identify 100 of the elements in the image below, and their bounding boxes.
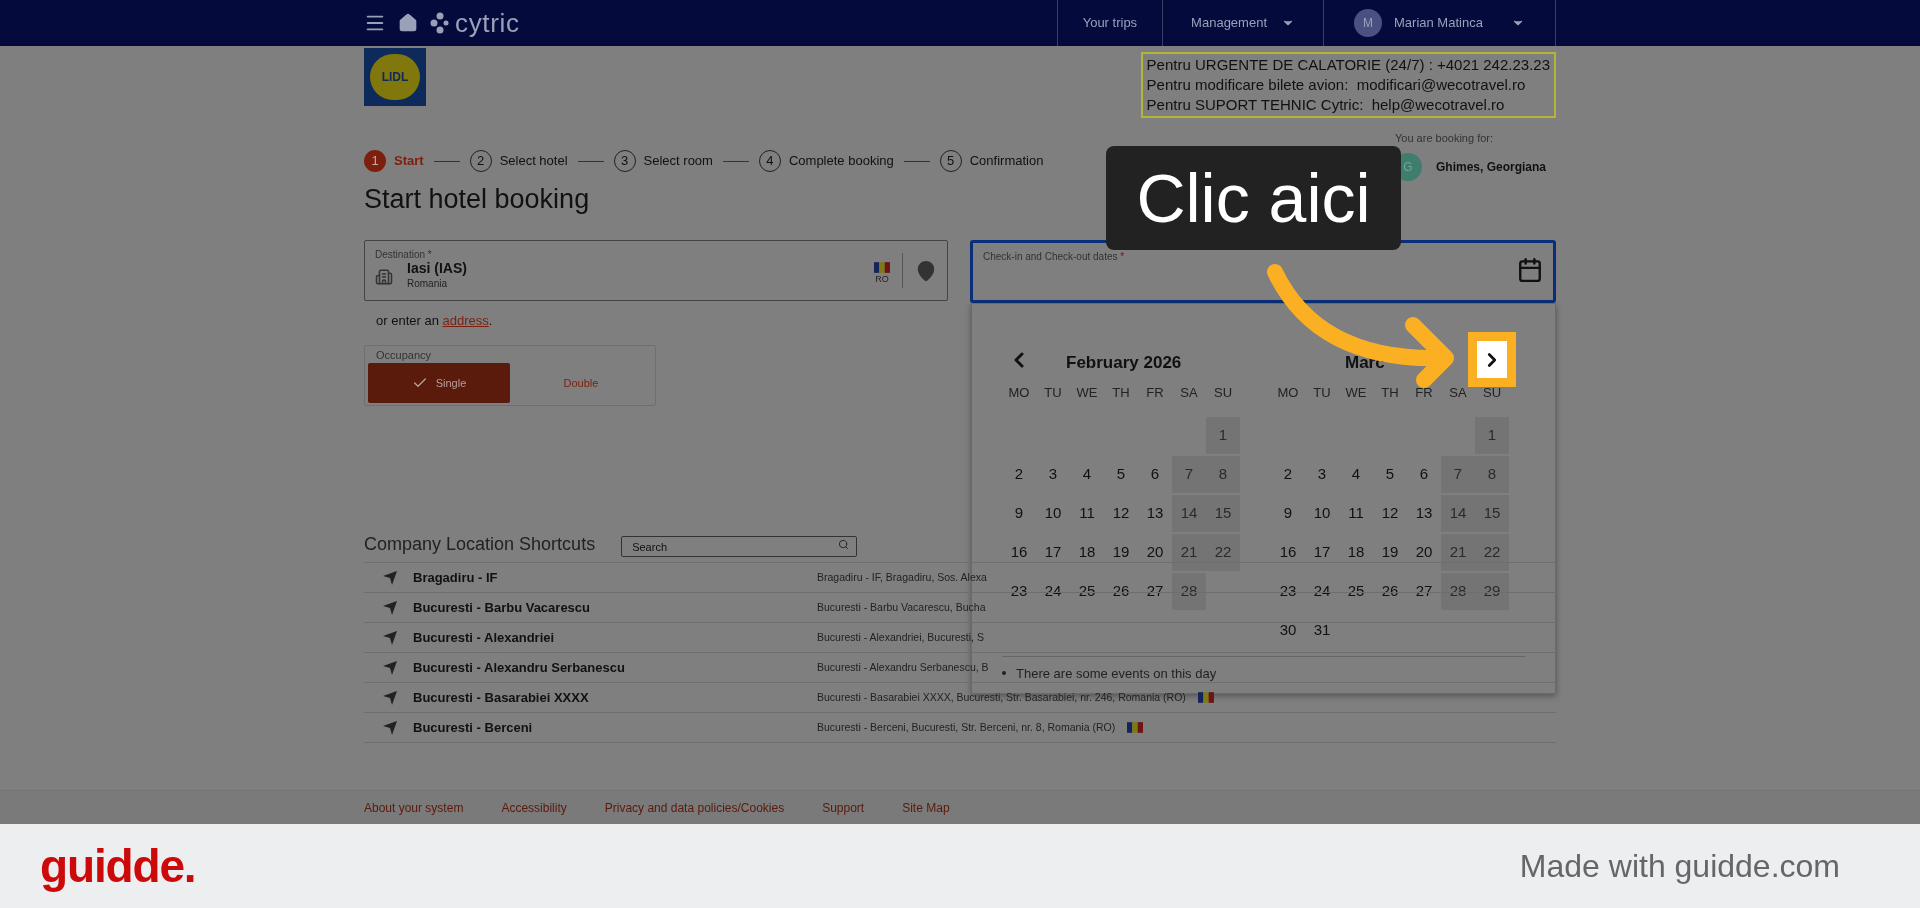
calendar-day[interactable]: 9 [1002, 495, 1036, 532]
calendar-day[interactable]: 17 [1305, 534, 1339, 571]
footer-link[interactable]: About your system [364, 798, 464, 817]
weekday-label: WE [1344, 384, 1368, 403]
calendar-day[interactable]: 13 [1138, 495, 1172, 532]
section-title: Company Location Shortcuts [364, 532, 596, 556]
month-title: Marc [1345, 351, 1385, 374]
dots-logo-icon [430, 12, 450, 34]
calendar-day[interactable]: 18 [1339, 534, 1373, 571]
required-mark: * [1120, 251, 1125, 262]
calendar-day[interactable]: 15 [1475, 495, 1509, 532]
weekday-label: TH [1380, 384, 1400, 403]
calendar-legend: There are some events on this day [1016, 663, 1217, 683]
user-menu[interactable]: M Marian Matinca [1324, 0, 1556, 46]
guidde-tagline: Made with guidde.com [1519, 847, 1840, 886]
calendar-day[interactable]: 20 [1407, 534, 1441, 571]
field-label: Check-in and Check-out dates [983, 251, 1118, 262]
city-icon [375, 267, 393, 286]
calendar-day[interactable]: 17 [1036, 534, 1070, 571]
location-name: Bucuresti - Berceni [413, 718, 534, 737]
field-label: Destination [375, 249, 426, 260]
weekday-label: SA [1179, 384, 1199, 403]
calendar-day[interactable]: 7 [1441, 456, 1475, 493]
calendar-day[interactable]: 19 [1104, 534, 1138, 571]
calendar-day[interactable]: 1 [1475, 417, 1509, 454]
calendar-day[interactable]: 30 [1271, 612, 1305, 649]
weekday-label: TU [1312, 384, 1332, 403]
calendar-day[interactable]: 18 [1070, 534, 1104, 571]
footer-link[interactable]: Privacy and data policies/Cookies [604, 798, 785, 817]
calendar-day[interactable]: 9 [1271, 495, 1305, 532]
search-field[interactable]: Search [621, 536, 858, 557]
calendar-day[interactable]: 10 [1305, 495, 1339, 532]
weekday-label: FR [1145, 384, 1165, 403]
occupancy-option[interactable]: Single [368, 363, 510, 403]
footer-link[interactable]: Site Map [902, 798, 950, 817]
destination-field[interactable]: Destination * Iasi (IAS) Romania RO [364, 240, 948, 301]
navigation-arrow-icon [382, 599, 398, 616]
month-title: February 2026 [1066, 351, 1182, 374]
footer-link[interactable]: Accessibility [501, 798, 567, 817]
location-address: Bucuresti - Barbu Vacarescu, Bucha [817, 599, 986, 615]
calendar-day[interactable]: 16 [1271, 534, 1305, 571]
weekday-label: WE [1075, 384, 1099, 403]
home-icon[interactable] [398, 13, 418, 33]
app-logo[interactable]: cytric [455, 3, 520, 43]
calendar-day[interactable]: 1 [1206, 417, 1240, 454]
calendar-day[interactable]: 15 [1206, 495, 1240, 532]
calendar-day[interactable]: 8 [1475, 456, 1509, 493]
weekday-label: SU [1212, 384, 1234, 403]
calendar-day[interactable]: 6 [1407, 456, 1441, 493]
navigation-arrow-icon [382, 719, 398, 736]
calendar-day[interactable]: 5 [1104, 456, 1138, 493]
booking-step: 2 Select hotel [469, 150, 568, 172]
location-name: Bucuresti - Alexandru Serbanescu [413, 658, 626, 677]
calendar-day[interactable]: 5 [1373, 456, 1407, 493]
nav-menu-item[interactable]: Your trips [1057, 0, 1164, 46]
calendar-day[interactable]: 20 [1138, 534, 1172, 571]
weekday-label: MO [1276, 384, 1300, 403]
calendar-day[interactable]: 12 [1104, 495, 1138, 532]
calendar-day[interactable]: 13 [1407, 495, 1441, 532]
destination-value: Iasi (IAS) [407, 260, 467, 276]
instruction-callout: Clic aici [1106, 146, 1401, 250]
calendar-day[interactable]: 11 [1070, 495, 1104, 532]
location-name: Bucuresti - Basarabiei XXXX [413, 688, 590, 707]
calendar-day[interactable]: 11 [1339, 495, 1373, 532]
calendar-day[interactable]: 3 [1036, 456, 1070, 493]
navigation-arrow-icon [382, 659, 398, 676]
calendar-day[interactable]: 14 [1441, 495, 1475, 532]
calendar-day[interactable]: 22 [1206, 534, 1240, 571]
calendar-day[interactable]: 29 [1475, 573, 1509, 610]
destination-country: Romania [407, 277, 449, 291]
calendar-day[interactable]: 19 [1373, 534, 1407, 571]
calendar-day[interactable]: 7 [1172, 456, 1206, 493]
contact-line: Pentru modificare bilete avion: modificari@wecotravel.ro [1146, 75, 1527, 95]
occupancy-option[interactable]: Double [510, 363, 652, 403]
calendar-day[interactable]: 2 [1002, 456, 1036, 493]
calendar-day[interactable]: 14 [1172, 495, 1206, 532]
company-logo: LIDL [364, 48, 426, 106]
calendar-day[interactable]: 16 [1002, 534, 1036, 571]
traveler-name: Ghimes, Georgiana [1436, 158, 1547, 176]
calendar-day[interactable]: 4 [1070, 456, 1104, 493]
weekday-label: SA [1448, 384, 1468, 403]
calendar-day[interactable]: 12 [1373, 495, 1407, 532]
footer-link[interactable]: Support [822, 798, 865, 817]
calendar-day[interactable]: 21 [1172, 534, 1206, 571]
calendar-day[interactable]: 8 [1206, 456, 1240, 493]
calendar-day[interactable]: 10 [1036, 495, 1070, 532]
weekday-label: MO [1007, 384, 1031, 403]
booking-for-label: You are booking for: [1395, 131, 1495, 146]
calendar-day[interactable]: 2 [1271, 456, 1305, 493]
calendar-day[interactable]: 22 [1475, 534, 1509, 571]
calendar-day[interactable]: 21 [1441, 534, 1475, 571]
weekday-label: TH [1111, 384, 1131, 403]
country-code: RO [875, 273, 889, 287]
nav-menu-item[interactable]: Management [1163, 0, 1324, 46]
calendar-day[interactable]: 6 [1138, 456, 1172, 493]
calendar-day[interactable]: 31 [1305, 612, 1339, 649]
calendar-day[interactable]: 3 [1305, 456, 1339, 493]
booking-step: 1 Start [364, 150, 424, 172]
calendar-day[interactable]: 4 [1339, 456, 1373, 493]
address-link[interactable]: address [442, 313, 489, 328]
